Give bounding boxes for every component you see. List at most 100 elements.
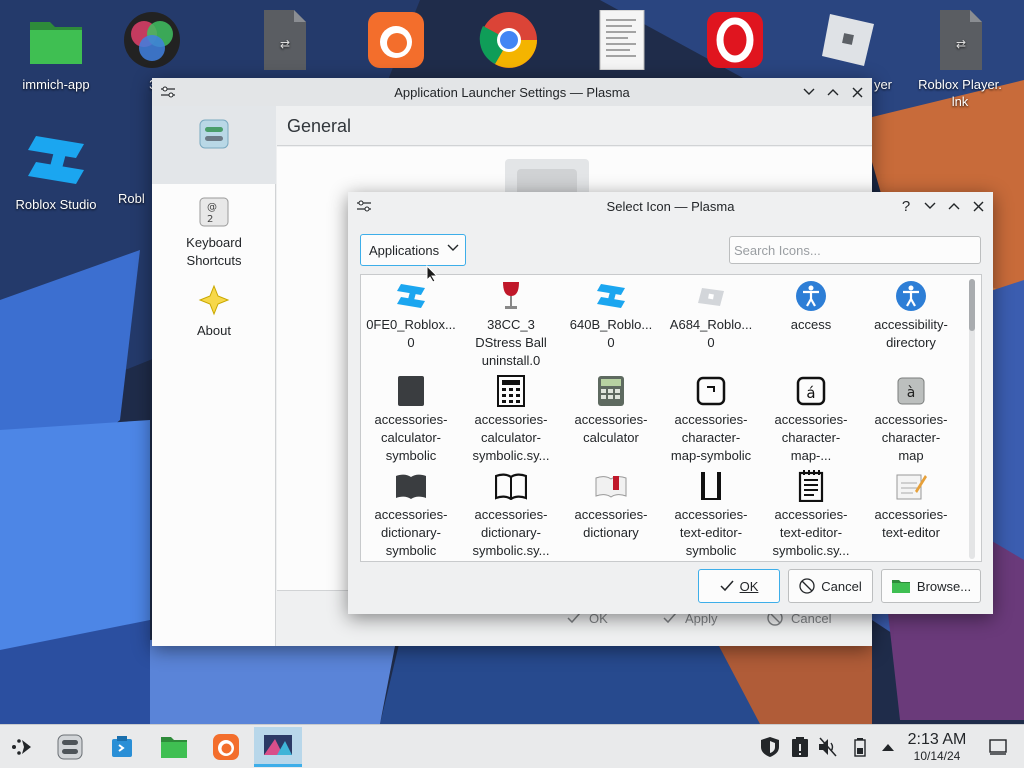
calculator-icon (594, 374, 628, 408)
dialog-ok-button[interactable]: OK (698, 569, 780, 603)
clipboard-icon (792, 737, 808, 757)
icon-grid-item[interactable]: accessories- calculator (561, 374, 661, 447)
dialog-ok-label: OK (739, 578, 759, 594)
desktop-icon-firefox[interactable] (348, 10, 444, 76)
task-system-settings[interactable] (48, 727, 92, 767)
text-document-icon (592, 9, 652, 71)
select-icon-dialog[interactable]: Select Icon — Plasma ? Applications 0FE0… (348, 192, 993, 614)
character-map-symbolic-icon (694, 374, 728, 408)
vertical-scrollbar[interactable] (969, 279, 975, 559)
system-settings-icon (57, 734, 83, 760)
cancel-icon (799, 578, 815, 594)
sidebar-item-keyboard-shortcuts[interactable]: @2 Keyboard Shortcuts (152, 184, 276, 276)
dialog-cancel-button[interactable]: Cancel (788, 569, 873, 603)
svg-text:à: à (907, 385, 916, 401)
minimize-button[interactable] (798, 82, 820, 102)
check-icon (720, 580, 734, 592)
desktop-icon-immich-app[interactable]: immich-app (8, 10, 104, 93)
task-discover[interactable] (100, 727, 144, 767)
task-files[interactable] (152, 727, 196, 767)
dictionary-icon (594, 469, 628, 503)
chevron-down-icon (803, 88, 815, 95)
roblox-studio-icon (118, 130, 152, 190)
dialog-titlebar[interactable]: Select Icon — Plasma ? (348, 192, 993, 220)
desktop-icon-roblox-studio[interactable]: Roblox Studio (8, 130, 104, 213)
scrollbar-thumb[interactable] (969, 279, 975, 331)
icon-grid-item-label: 640B_Roblo... 0 (569, 317, 653, 350)
help-button[interactable]: ? (895, 196, 917, 216)
maximize-button[interactable] (822, 82, 844, 102)
close-button[interactable] (846, 82, 868, 102)
desktop-icon-chrome[interactable] (461, 10, 557, 76)
maximize-button[interactable] (943, 196, 965, 216)
sidebar-item-general[interactable] (152, 106, 276, 184)
icon-grid-item[interactable]: accessories- character- map-symbolic (661, 374, 761, 465)
icon-grid-item[interactable]: 0FE0_Roblox... 0 (361, 279, 461, 352)
search-icons-input[interactable] (729, 236, 981, 264)
icon-grid-item[interactable]: A684_Roblo... 0 (661, 279, 761, 352)
window-titlebar[interactable]: Application Launcher Settings — Plasma (152, 78, 872, 106)
color-wheel-icon (122, 10, 182, 70)
icon-grid-item[interactable]: accessories- dictionary- symbolic (361, 469, 461, 560)
desktop-icon-text-document[interactable] (574, 9, 670, 76)
tray-shield[interactable] (758, 735, 782, 759)
calculator-grid-icon (494, 374, 528, 408)
icon-grid-item[interactable]: accessories- text-editor- symbolic.sy... (761, 469, 861, 560)
svg-text:⇄: ⇄ (280, 37, 290, 51)
application-launcher-button[interactable] (0, 727, 44, 767)
icon-grid-item[interactable]: accessories- text-editor (861, 469, 961, 542)
roblox-studio-icon (594, 279, 628, 313)
keyboard-icon: @2 (198, 196, 230, 228)
task-launcher-settings[interactable] (254, 727, 302, 767)
icon-grid-item-label: accessories- text-editor- symbolic.sy... (772, 507, 850, 558)
dictionary-outline-icon (494, 469, 528, 503)
dictionary-symbolic-icon (394, 469, 428, 503)
minimize-button[interactable] (919, 196, 941, 216)
desktop-icon-roblox-player-lnk[interactable]: ⇄ Roblox Player. lnk (912, 10, 1008, 110)
help-icon: ? (901, 197, 911, 215)
icon-grid-item[interactable]: accessories- calculator- symbolic.sy... (461, 374, 561, 465)
icon-grid-item[interactable]: accessories- dictionary (561, 469, 661, 542)
dialog-cancel-label: Cancel (821, 578, 862, 594)
window-menu-icon[interactable] (356, 198, 372, 214)
desktop-icon-label: Roblox Player. lnk (918, 77, 1002, 109)
icon-grid-item[interactable]: access (761, 279, 861, 334)
accessibility-icon (794, 279, 828, 313)
tray-clipboard[interactable] (788, 735, 812, 759)
sidebar-item-about[interactable]: About (152, 276, 276, 356)
icon-grid-item[interactable]: accessories- calculator- symbolic (361, 374, 461, 465)
desktop-icon-roblox-studio-2[interactable]: Robl (118, 130, 152, 207)
icon-grid-item[interactable]: 38CC_3 DStress Ball uninstall.0 (461, 279, 561, 370)
browse-button[interactable]: Browse... (881, 569, 981, 603)
shortcut-file-icon: ⇄ (930, 10, 990, 70)
clock-date: 10/14/24 (913, 749, 961, 763)
window-menu-icon[interactable] (160, 84, 176, 100)
firefox-icon (213, 734, 239, 760)
roblox-studio-icon (394, 279, 428, 313)
icon-grid-item[interactable]: à accessories- character- map (861, 374, 961, 465)
icon-grid-item[interactable]: accessories- text-editor- symbolic (661, 469, 761, 560)
icon-grid-item-label: accessories- character- map-symbolic (670, 412, 752, 463)
category-dropdown[interactable]: Applications (360, 234, 466, 266)
show-desktop-button[interactable] (986, 735, 1010, 759)
icon-grid-item-label: accessories- calculator- symbolic.sy... (472, 412, 550, 463)
roblox-studio-icon (26, 130, 86, 190)
tray-battery[interactable] (848, 735, 872, 759)
tray-volume[interactable] (816, 735, 840, 759)
icon-grid-item[interactable]: á accessories- character- map-... (761, 374, 861, 465)
icon-grid-item-label: accessories- dictionary- symbolic.sy... (472, 507, 550, 558)
icon-grid-view[interactable]: 0FE0_Roblox... 0 38CC_3 DStress Ball unin… (360, 274, 982, 562)
icon-grid-item-label: accessibility- directory (874, 317, 948, 350)
shield-icon (761, 737, 779, 757)
task-firefox[interactable] (204, 727, 248, 767)
clock[interactable]: 2:13 AM 10/14/24 (902, 731, 972, 763)
folder-icon (891, 580, 910, 593)
close-button[interactable] (967, 196, 989, 216)
icon-grid-item[interactable]: accessories- dictionary- symbolic.sy... (461, 469, 561, 560)
desktop-icon-shortcut[interactable]: ⇄ (236, 10, 332, 76)
desktop-icon-opera[interactable] (687, 10, 783, 76)
shortcut-file-icon: ⇄ (254, 10, 314, 70)
tray-expand[interactable] (876, 735, 900, 759)
icon-grid-item[interactable]: 640B_Roblo... 0 (561, 279, 661, 352)
icon-grid-item[interactable]: accessibility- directory (861, 279, 961, 352)
